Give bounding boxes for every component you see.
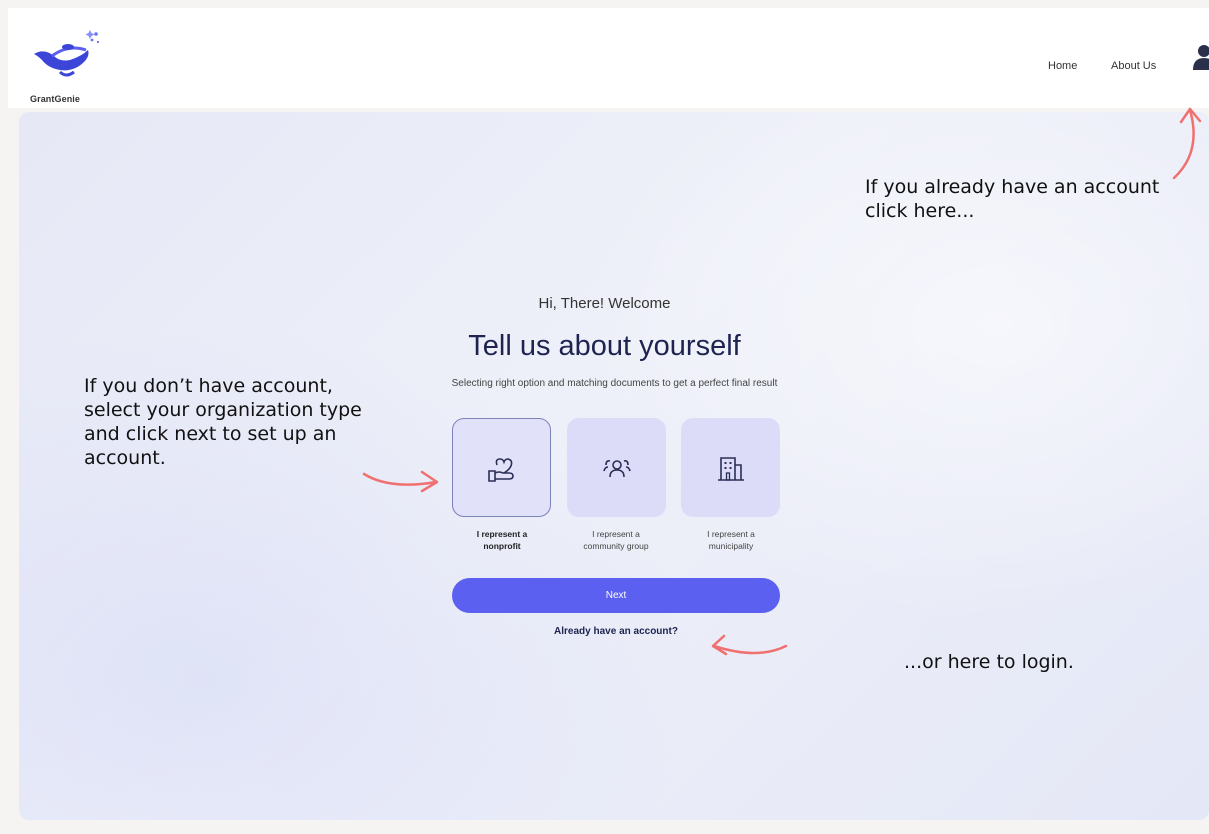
nav-about-link[interactable]: About Us: [1111, 60, 1156, 72]
login-link[interactable]: Already have an account?: [0, 626, 1209, 637]
user-icon[interactable]: [1193, 44, 1209, 70]
top-bar: GrantGenie Home About Us: [8, 8, 1209, 108]
option-nonprofit-label: I represent a nonprofit: [447, 528, 557, 552]
annotation-left-note: If you don’t have account, select your o…: [84, 375, 362, 469]
option-label-line: I represent a: [476, 529, 528, 539]
option-municipality[interactable]: [681, 418, 780, 517]
annotation-arrow-left: [362, 470, 439, 493]
annotation-bottom-note: ...or here to login.: [904, 651, 1074, 673]
option-municipality-label: I represent a municipality: [676, 528, 786, 552]
option-community-group[interactable]: [567, 418, 666, 517]
annotation-top-note: If you already have an account click her…: [865, 176, 1160, 222]
group-icon: [602, 459, 631, 477]
option-label-line: I represent a: [592, 529, 640, 539]
annotation-arrow-top: [1172, 107, 1202, 180]
genie-lamp-icon: [34, 30, 100, 77]
option-label-line: I represent a: [707, 529, 755, 539]
option-label-line: municipality: [708, 541, 754, 551]
greeting-text: Hi, There! Welcome: [538, 295, 671, 312]
heart-hand-icon: [487, 457, 514, 482]
option-nonprofit[interactable]: [452, 418, 551, 517]
logo[interactable]: GrantGenie: [30, 26, 110, 104]
annotation-arrow-bottom: [711, 634, 788, 656]
next-button[interactable]: Next: [452, 578, 780, 613]
logo-text: GrantGenie: [30, 94, 81, 104]
page-title: Tell us about yourself: [468, 330, 741, 362]
option-label-line: nonprofit: [483, 541, 521, 551]
building-icon: [717, 456, 744, 481]
option-label-line: community group: [583, 541, 649, 551]
option-community-label: I represent a community group: [561, 528, 671, 552]
nav-home-link[interactable]: Home: [1048, 60, 1077, 72]
